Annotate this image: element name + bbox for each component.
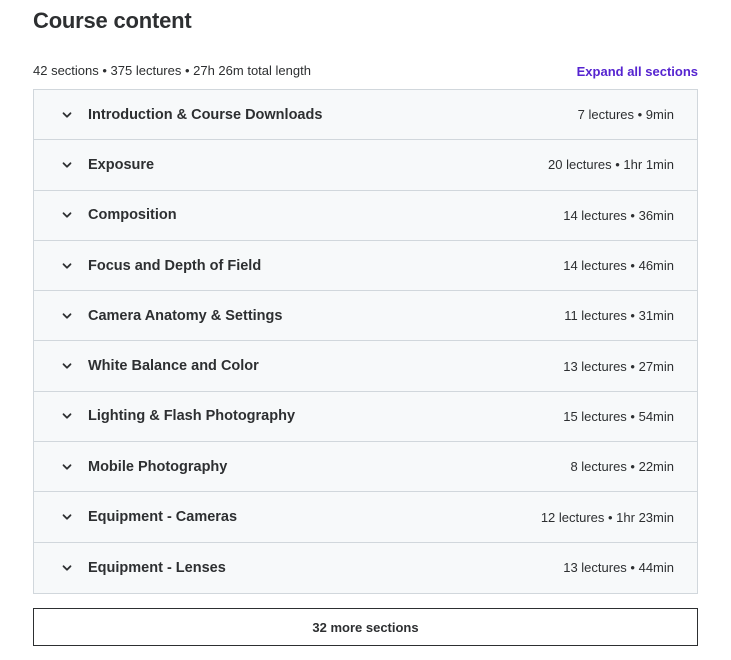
section-title: Equipment - Cameras <box>88 509 238 526</box>
chevron-down-icon[interactable] <box>61 360 73 372</box>
section-row[interactable]: Camera Anatomy & Settings 11 lectures • … <box>34 291 697 342</box>
section-title: Lighting & Flash Photography <box>88 408 296 425</box>
more-sections-button[interactable]: 32 more sections <box>33 608 698 646</box>
section-meta: 15 lectures • 54min <box>563 408 674 424</box>
expand-all-sections-button[interactable]: Expand all sections <box>577 64 698 79</box>
section-title: Introduction & Course Downloads <box>88 106 323 123</box>
section-row[interactable]: Lighting & Flash Photography 15 lectures… <box>34 391 697 443</box>
section-meta: 20 lectures • 1hr 1min <box>548 157 674 173</box>
section-title: Focus and Depth of Field <box>88 257 262 274</box>
chevron-down-icon[interactable] <box>61 209 73 221</box>
section-title: Mobile Photography <box>88 458 228 475</box>
section-meta: 14 lectures • 36min <box>563 207 674 223</box>
section-title: Composition <box>88 207 177 224</box>
section-title: White Balance and Color <box>88 358 259 375</box>
section-meta: 7 lectures • 9min <box>577 107 674 123</box>
section-row[interactable]: Mobile Photography 8 lectures • 22min <box>34 442 697 493</box>
chevron-down-icon[interactable] <box>61 410 73 422</box>
chevron-down-icon[interactable] <box>61 562 73 574</box>
course-meta-row: 42 sections • 375 lectures • 27h 26m tot… <box>33 60 698 80</box>
chevron-down-icon[interactable] <box>61 260 73 272</box>
section-row[interactable]: Composition 14 lectures • 36min <box>34 190 697 241</box>
section-list: Introduction & Course Downloads 7 lectur… <box>33 89 698 594</box>
section-meta: 12 lectures • 1hr 23min <box>540 509 674 525</box>
section-row[interactable]: Exposure 20 lectures • 1hr 1min <box>34 140 697 191</box>
section-meta: 14 lectures • 46min <box>563 258 674 274</box>
section-row[interactable]: Introduction & Course Downloads 7 lectur… <box>34 90 697 141</box>
section-row[interactable]: Equipment - Lenses 13 lectures • 44min <box>34 542 697 593</box>
page-title: Course content <box>33 8 192 33</box>
chevron-down-icon[interactable] <box>61 159 73 171</box>
section-row[interactable]: White Balance and Color 13 lectures • 27… <box>34 341 697 392</box>
section-title: Camera Anatomy & Settings <box>88 307 283 324</box>
section-meta: 11 lectures • 31min <box>564 308 674 324</box>
section-meta: 13 lectures • 27min <box>563 358 674 374</box>
chevron-down-icon[interactable] <box>61 511 73 523</box>
section-meta: 13 lectures • 44min <box>563 560 674 576</box>
course-summary: 42 sections • 375 lectures • 27h 26m tot… <box>33 62 311 78</box>
chevron-down-icon[interactable] <box>61 461 73 473</box>
chevron-down-icon[interactable] <box>61 310 73 322</box>
section-title: Equipment - Lenses <box>88 559 226 576</box>
section-row[interactable]: Focus and Depth of Field 14 lectures • 4… <box>34 240 697 292</box>
chevron-down-icon[interactable] <box>61 109 73 121</box>
section-meta: 8 lectures • 22min <box>570 459 674 475</box>
section-row[interactable]: Equipment - Cameras 12 lectures • 1hr 23… <box>34 492 697 543</box>
section-title: Exposure <box>88 156 155 173</box>
